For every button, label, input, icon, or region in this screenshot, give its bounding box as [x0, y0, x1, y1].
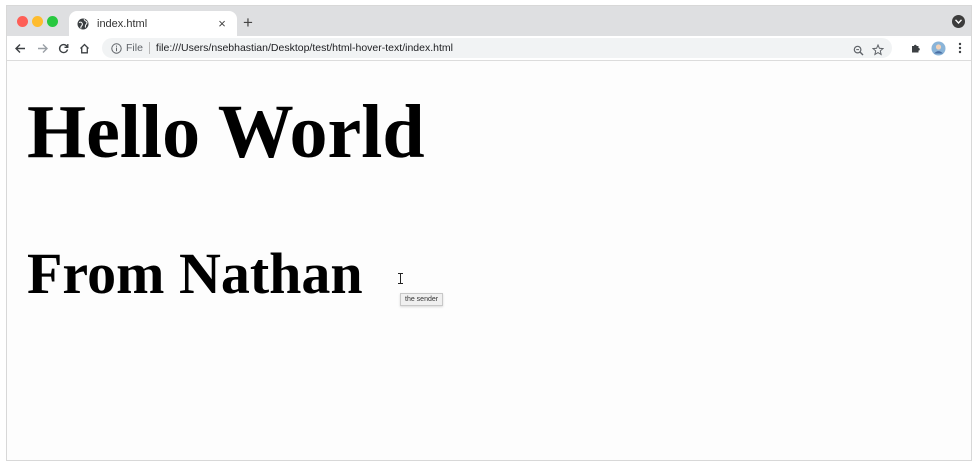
url-text[interactable]: file:///Users/nsebhastian/Desktop/test/h… — [156, 42, 453, 54]
globe-icon — [77, 18, 89, 30]
forward-arrow-icon[interactable] — [33, 39, 51, 57]
omnibox-divider — [148, 42, 150, 54]
page-heading: Hello World — [27, 90, 425, 174]
chevron-down-icon — [955, 19, 962, 24]
close-icon[interactable]: × — [215, 16, 229, 31]
minimize-window-button[interactable] — [32, 16, 43, 27]
address-bar[interactable]: File file:///Users/nsebhastian/Desktop/t… — [102, 38, 892, 58]
scheme-label: File — [126, 42, 143, 54]
browser-toolbar: File file:///Users/nsebhastian/Desktop/t… — [7, 36, 971, 61]
tab-search-button[interactable] — [952, 15, 965, 28]
reload-icon[interactable] — [54, 39, 72, 57]
page-subheading[interactable]: From Nathan — [27, 242, 363, 306]
zoom-window-button[interactable] — [47, 16, 58, 27]
back-arrow-icon[interactable] — [11, 39, 29, 57]
info-icon[interactable] — [110, 42, 122, 54]
profile-avatar[interactable] — [929, 39, 947, 57]
tab-strip: index.html × + — [7, 6, 971, 36]
hover-tooltip: the sender — [400, 293, 444, 306]
text-cursor-icon — [398, 273, 403, 284]
zoom-icon[interactable] — [850, 42, 866, 58]
tab-title: index.html — [97, 17, 148, 30]
tab-index-html[interactable]: index.html × — [69, 11, 237, 36]
star-icon[interactable] — [870, 42, 886, 58]
new-tab-button[interactable]: + — [239, 14, 257, 32]
extensions-icon[interactable] — [907, 39, 925, 57]
browser-window: index.html × + File file:///Users/nsebha… — [6, 5, 972, 461]
page-content: Hello World From Nathan the sender — [7, 62, 971, 460]
close-window-button[interactable] — [17, 16, 28, 27]
home-icon[interactable] — [75, 39, 93, 57]
menu-icon[interactable] — [951, 39, 969, 57]
